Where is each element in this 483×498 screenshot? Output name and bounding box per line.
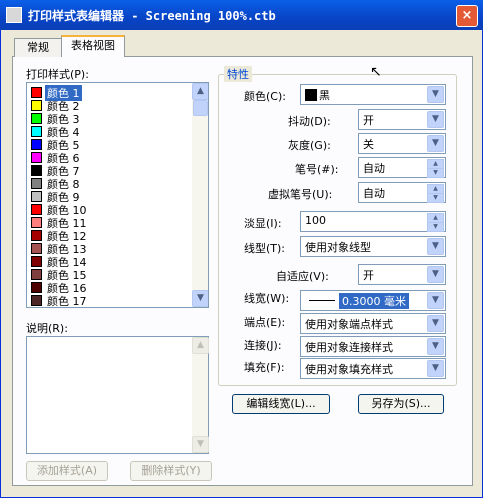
scroll-up-icon[interactable]: ▲ xyxy=(192,83,208,100)
chevron-down-icon[interactable]: ▼ xyxy=(427,238,444,255)
linetype-select[interactable]: 使用对象线型 ▼ xyxy=(300,236,446,257)
screening-spinner[interactable]: 100 ▲ ▼ xyxy=(300,211,446,232)
color-label: 颜色(C): xyxy=(244,90,286,103)
line-end-label: 端点(E): xyxy=(244,316,286,329)
lineweight-value: 0.3000 毫米 xyxy=(339,293,409,309)
adaptive-label: 自适应(V): xyxy=(276,270,329,283)
spin-down-icon[interactable]: ▼ xyxy=(427,168,444,178)
virtual-pen-label: 虚拟笔号(U): xyxy=(268,188,333,201)
desc-scroll-down-icon: ▼ xyxy=(192,436,209,453)
chevron-down-icon[interactable]: ▼ xyxy=(427,266,444,283)
color-swatch xyxy=(31,269,42,280)
color-swatch xyxy=(31,230,42,241)
dither-label: 抖动(D): xyxy=(288,115,331,128)
color-swatch xyxy=(31,113,42,124)
color-select[interactable]: 黑 ▼ xyxy=(300,84,446,105)
adaptive-value: 开 xyxy=(363,269,374,282)
color-value: 黑 xyxy=(319,89,330,102)
lineweight-preview xyxy=(309,300,335,301)
window-title: 打印样式表编辑器 - Screening 100%.ctb xyxy=(28,9,276,23)
mouse-cursor-icon: ↖ xyxy=(370,64,382,80)
close-button[interactable]: × xyxy=(456,5,478,27)
properties-title: 特性 xyxy=(224,66,252,82)
description-textarea[interactable]: ▲ ▼ xyxy=(26,336,209,454)
description-label: 说明(R): xyxy=(26,322,68,335)
color-swatch xyxy=(305,89,317,101)
description-scrollbar[interactable]: ▲ ▼ xyxy=(192,337,209,453)
chevron-down-icon[interactable]: ▼ xyxy=(427,135,444,152)
chevron-down-icon[interactable]: ▼ xyxy=(427,292,444,309)
fill-label: 填充(F): xyxy=(244,361,285,374)
grayscale-value: 关 xyxy=(363,138,374,151)
app-icon xyxy=(6,7,22,23)
line-join-value: 使用对象连接样式 xyxy=(305,341,393,354)
virtual-pen-spinner[interactable]: 自动 ▲ ▼ xyxy=(358,182,446,203)
chevron-down-icon[interactable]: ▼ xyxy=(427,111,444,128)
lineweight-label: 线宽(W): xyxy=(244,292,290,305)
adaptive-select[interactable]: 开 ▼ xyxy=(358,264,446,285)
linetype-label: 线型(T): xyxy=(244,242,286,255)
list-item-label: 颜色 17 xyxy=(47,295,87,308)
screening-label: 淡显(I): xyxy=(244,217,282,230)
line-join-label: 连接(J): xyxy=(244,339,282,352)
color-swatch xyxy=(31,178,42,189)
color-swatch xyxy=(31,139,42,150)
tab-table-view[interactable]: 表格视图 xyxy=(61,35,125,57)
scroll-thumb[interactable] xyxy=(193,100,208,116)
screening-value: 100 xyxy=(305,214,326,227)
grayscale-label: 灰度(G): xyxy=(288,139,331,152)
chevron-down-icon[interactable]: ▼ xyxy=(427,360,444,377)
color-swatch xyxy=(31,126,42,137)
add-style-button[interactable]: 添加样式(A) xyxy=(26,461,108,481)
spin-down-icon[interactable]: ▼ xyxy=(427,193,444,203)
color-swatch xyxy=(31,295,42,306)
chevron-down-icon[interactable]: ▼ xyxy=(427,86,444,103)
dither-select[interactable]: 开 ▼ xyxy=(358,109,446,130)
virtual-pen-value: 自动 xyxy=(363,187,385,200)
grayscale-select[interactable]: 关 ▼ xyxy=(358,133,446,154)
color-swatch xyxy=(31,243,42,254)
color-swatch xyxy=(31,282,42,293)
styles-list[interactable]: 颜色 1 颜色 2 颜色 3 颜色 4 颜色 5 颜色 6 颜色 7 颜色 8 颜色 9 颜色 1… xyxy=(26,82,209,308)
color-swatch xyxy=(31,152,42,163)
chevron-down-icon[interactable]: ▼ xyxy=(427,338,444,355)
scroll-down-icon[interactable]: ▼ xyxy=(192,290,208,307)
color-swatch xyxy=(31,204,42,215)
desc-scroll-up-icon: ▲ xyxy=(192,337,209,354)
fill-value: 使用对象填充样式 xyxy=(305,363,393,376)
styles-scrollbar[interactable]: ▲ ▼ xyxy=(192,83,208,307)
save-as-button[interactable]: 另存为(S)... xyxy=(358,394,444,414)
dither-value: 开 xyxy=(363,114,374,127)
linetype-value: 使用对象线型 xyxy=(305,241,371,254)
fill-select[interactable]: 使用对象填充样式 ▼ xyxy=(300,358,446,379)
edit-lineweight-button[interactable]: 编辑线宽(L)... xyxy=(232,394,330,414)
color-swatch xyxy=(31,256,42,267)
color-swatch xyxy=(31,217,42,228)
color-swatch xyxy=(31,100,42,111)
spin-down-icon[interactable]: ▼ xyxy=(427,222,444,232)
delete-style-button[interactable]: 删除样式(Y) xyxy=(130,461,212,481)
color-swatch xyxy=(31,191,42,202)
tab-general[interactable]: 常规 xyxy=(14,38,62,57)
pen-value: 自动 xyxy=(363,162,385,175)
color-swatch xyxy=(31,87,42,98)
pen-spinner[interactable]: 自动 ▲ ▼ xyxy=(358,157,446,178)
pen-label: 笔号(#): xyxy=(295,163,339,176)
chevron-down-icon[interactable]: ▼ xyxy=(427,315,444,332)
color-swatch xyxy=(31,165,42,176)
styles-label: 打印样式(P): xyxy=(26,68,89,81)
line-end-value: 使用对象端点样式 xyxy=(305,318,393,331)
line-end-select[interactable]: 使用对象端点样式 ▼ xyxy=(300,313,446,334)
line-join-select[interactable]: 使用对象连接样式 ▼ xyxy=(300,336,446,357)
lineweight-select[interactable]: 0.3000 毫米 ▼ xyxy=(300,290,446,311)
